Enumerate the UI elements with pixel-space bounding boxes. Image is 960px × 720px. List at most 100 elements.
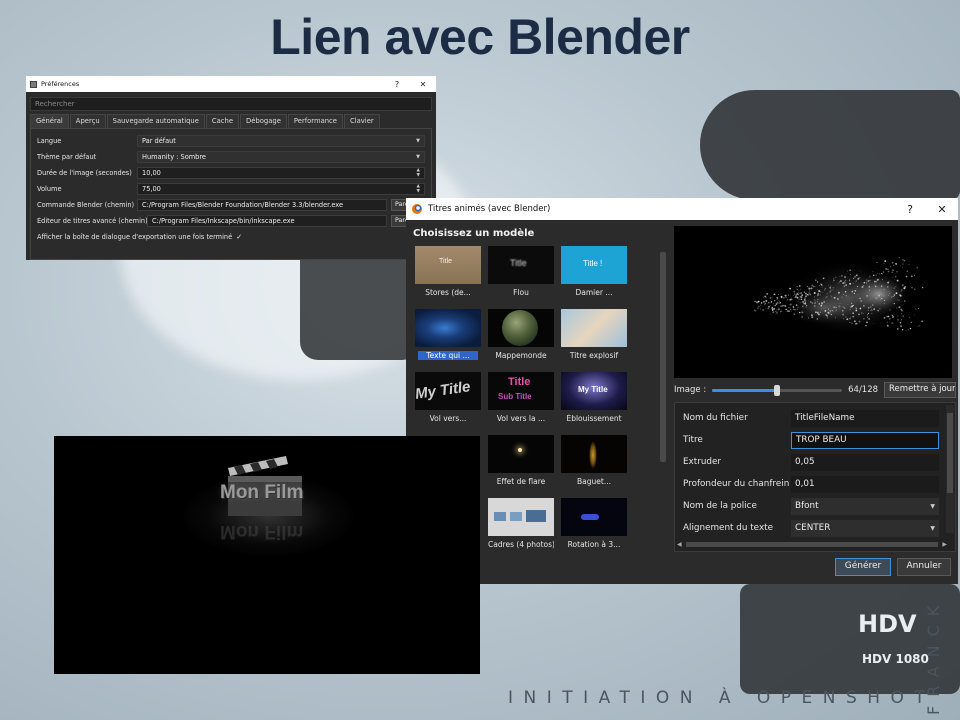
preferences-search-input[interactable]: Rechercher [30, 97, 432, 111]
template-item[interactable]: My Title Vol vers... [415, 372, 481, 432]
template-item[interactable]: Effet de flare [488, 435, 554, 495]
particle [874, 285, 876, 287]
tab-general[interactable]: Général [30, 114, 69, 128]
particle [880, 288, 882, 290]
tab-sauvegarde[interactable]: Sauvegarde automatique [106, 114, 205, 128]
particle [841, 274, 843, 277]
particle [880, 299, 881, 301]
particle [765, 299, 768, 302]
tab-cache[interactable]: Cache [205, 114, 240, 128]
font-select[interactable]: Bfont ▼ [791, 497, 939, 515]
particle [785, 308, 788, 310]
help-button[interactable]: ? [384, 80, 410, 89]
volume-spinbox[interactable]: 75,00 ▲ ▼ [137, 183, 425, 195]
template-item[interactable]: Rotation à 3... [561, 498, 627, 558]
particle [891, 261, 894, 264]
langue-select[interactable]: Par défaut ▼ [137, 135, 425, 147]
particle [900, 294, 902, 297]
particle [854, 276, 856, 278]
tab-debogage[interactable]: Débogage [240, 114, 287, 128]
template-item[interactable]: Title Stores (de... [415, 246, 481, 306]
frame-slider[interactable] [712, 384, 843, 396]
template-item[interactable]: My Title Éblouissement [561, 372, 627, 432]
particle [887, 291, 889, 293]
cancel-button[interactable]: Annuler [897, 558, 951, 576]
title-text-field[interactable]: TROP BEAU [791, 431, 939, 449]
particle [775, 296, 777, 298]
particle [917, 326, 919, 327]
alignment-select[interactable]: CENTER ▼ [791, 519, 939, 537]
particle [867, 306, 870, 309]
close-button[interactable]: ✕ [926, 203, 958, 216]
template-item[interactable]: Title Flou [488, 246, 554, 306]
spin-arrows-icon[interactable]: ▲ ▼ [417, 184, 420, 194]
theme-select[interactable]: Humanity : Sombre ▼ [137, 151, 425, 163]
scrollbar-thumb[interactable] [685, 542, 939, 547]
particle [888, 317, 891, 320]
frame-slider-handle[interactable] [774, 384, 781, 396]
extrude-field[interactable]: 0,05 [791, 453, 939, 471]
scroll-right-icon[interactable]: ▶ [942, 541, 947, 548]
particle [872, 271, 874, 273]
scrollbar-thumb[interactable] [947, 413, 953, 493]
particle [892, 295, 894, 297]
reset-button[interactable]: Remettre à jour [884, 382, 956, 398]
properties-vertical-scrollbar[interactable] [946, 405, 954, 533]
choose-template-label: Choisissez un modèle [413, 228, 535, 239]
particle [804, 302, 807, 305]
particle [772, 308, 774, 311]
thumb-text: Title [510, 258, 527, 268]
particle [901, 267, 903, 268]
template-item[interactable]: Titre explosif [561, 309, 627, 369]
template-item[interactable]: Cadres (4 photos) [488, 498, 554, 558]
particle [824, 287, 827, 290]
tab-apercu[interactable]: Aperçu [69, 114, 106, 128]
export-dialog-checkbox[interactable]: ✓ [236, 233, 244, 241]
particle [885, 267, 888, 270]
particle [851, 322, 853, 325]
inkscape-path-input[interactable]: C:/Program Files/Inkscape/bin/inkscape.e… [147, 215, 387, 227]
sparkle-icon [589, 441, 597, 469]
tab-clavier[interactable]: Clavier [343, 114, 380, 128]
particle [798, 305, 799, 307]
template-item[interactable]: Title ! Damier ... [561, 246, 627, 306]
chevron-down-icon: ▼ [930, 502, 935, 510]
template-scrollbar[interactable] [658, 244, 668, 552]
particle [798, 301, 800, 303]
template-thumbnail [415, 309, 481, 347]
template-item[interactable]: Baguet... [561, 435, 627, 495]
particle [801, 297, 803, 298]
particle [801, 316, 803, 318]
thumb-text: My Title [415, 378, 472, 403]
particle [842, 282, 845, 285]
particle [835, 276, 837, 279]
bevel-depth-field[interactable]: 0,01 [791, 475, 939, 493]
generate-button[interactable]: Générer [835, 558, 891, 576]
duree-spinbox[interactable]: 10,00 ▲ ▼ [137, 167, 425, 179]
tab-performance[interactable]: Performance [287, 114, 343, 128]
properties-horizontal-scrollbar[interactable]: ◀ ▶ [677, 540, 947, 549]
particle [886, 321, 888, 323]
spin-arrows-icon[interactable]: ▲ ▼ [417, 168, 420, 178]
help-button[interactable]: ? [894, 203, 926, 216]
blender-path-input[interactable]: C:/Program Files/Blender Foundation/Blen… [137, 199, 387, 211]
template-thumbnail: Title [415, 246, 481, 284]
particle [849, 317, 851, 320]
scroll-left-icon[interactable]: ◀ [677, 541, 682, 548]
particle [798, 298, 800, 300]
particle [795, 293, 798, 296]
globe-icon [502, 310, 538, 346]
particle [813, 303, 815, 305]
particle [789, 298, 792, 301]
particle [856, 288, 857, 290]
particle [803, 299, 806, 301]
close-button[interactable]: ✕ [410, 80, 436, 89]
template-item[interactable]: Title Sub Title Vol vers la ... [488, 372, 554, 432]
particle [887, 315, 890, 318]
particle [862, 285, 864, 287]
filename-field[interactable]: TitleFileName [791, 409, 939, 427]
template-item[interactable]: Mappemonde [488, 309, 554, 369]
scrollbar-thumb[interactable] [660, 252, 666, 462]
template-item-selected[interactable]: Texte qui ... [415, 309, 481, 369]
particle [801, 311, 804, 314]
